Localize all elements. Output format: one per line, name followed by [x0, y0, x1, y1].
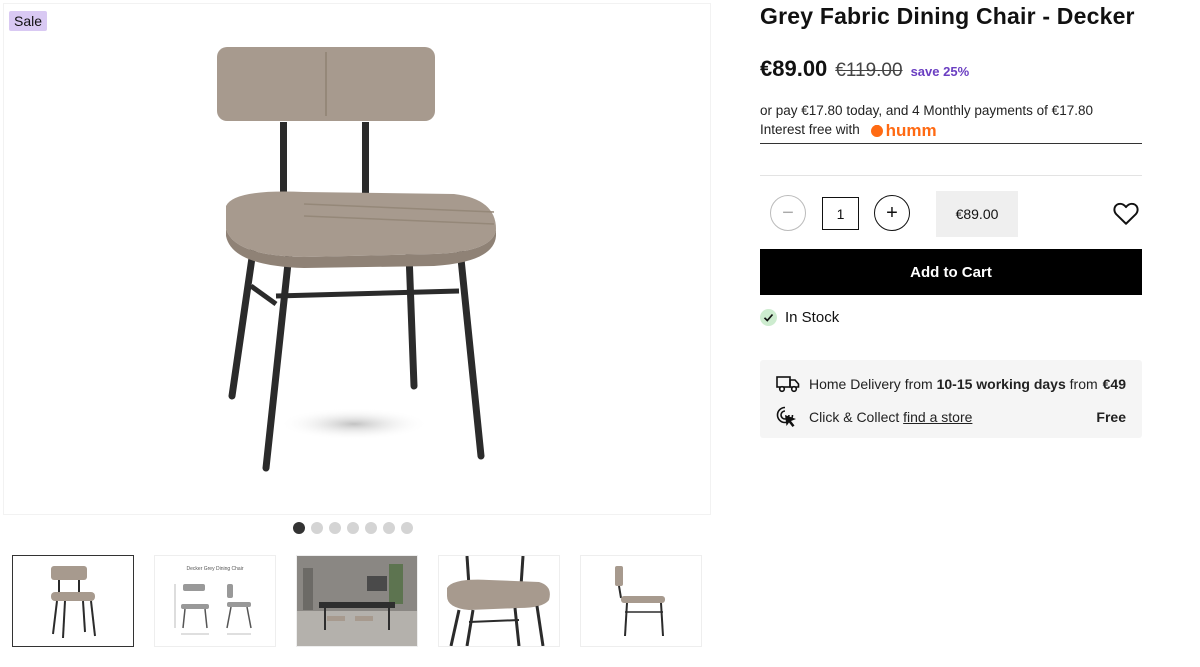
carousel-dot[interactable]: [383, 522, 395, 534]
thumbnail-closeup[interactable]: [438, 555, 560, 647]
stock-status: In Stock: [760, 309, 839, 326]
add-to-cart-button[interactable]: Add to Cart: [760, 249, 1142, 295]
divider: [760, 175, 1142, 176]
main-product-image[interactable]: [3, 3, 711, 515]
home-delivery-row: Home Delivery from 10-15 working days fr…: [776, 373, 1126, 395]
thumbnail-front[interactable]: [12, 555, 134, 647]
wishlist-button[interactable]: [1113, 202, 1139, 226]
click-collect-label: Click & Collect: [809, 409, 900, 425]
cursor-click-icon: [776, 406, 800, 428]
carousel-dot[interactable]: [293, 522, 305, 534]
carousel-dots: [293, 522, 413, 534]
delivery-options: Home Delivery from 10-15 working days fr…: [760, 360, 1142, 438]
humm-logo-text: humm: [885, 120, 937, 140]
home-delivery-price: €49: [1102, 376, 1126, 392]
carousel-dot[interactable]: [347, 522, 359, 534]
home-delivery-suffix: from: [1069, 376, 1098, 392]
quantity-decrease-button[interactable]: −: [770, 195, 806, 231]
chair-illustration: [217, 47, 496, 472]
carousel-dot[interactable]: [365, 522, 377, 534]
carousel-dot[interactable]: [401, 522, 413, 534]
original-price: €119.00: [835, 60, 903, 81]
thumbnail-caption: Decker Grey Dining Chair: [186, 566, 244, 572]
thumbnail-side[interactable]: [580, 555, 702, 647]
click-collect-row: Click & Collect find a store Free: [776, 406, 1126, 428]
click-collect-price: Free: [1096, 409, 1126, 425]
home-delivery-prefix: Home Delivery from: [809, 376, 933, 392]
carousel-dot[interactable]: [329, 522, 341, 534]
find-store-link[interactable]: find a store: [903, 409, 972, 425]
home-delivery-days: 10-15 working days: [936, 376, 1066, 392]
thumbnail-room[interactable]: [296, 555, 418, 647]
current-price: €89.00: [760, 56, 828, 81]
thumbnail-strip: Decker Grey Dining Chair: [12, 555, 702, 647]
thumbnail-dimensions[interactable]: Decker Grey Dining Chair: [154, 555, 276, 647]
savings-label: save 25%: [910, 64, 970, 79]
finance-info[interactable]: or pay €17.80 today, and 4 Monthly payme…: [760, 101, 1093, 140]
price-row: €89.00 €119.00 save 25%: [760, 56, 969, 82]
product-title: Grey Fabric Dining Chair - Decker: [760, 3, 1135, 29]
stock-label: In Stock: [785, 309, 840, 326]
finance-divider: [760, 143, 1142, 144]
quantity-input[interactable]: 1: [822, 197, 859, 230]
humm-logo: humm: [870, 121, 937, 140]
sale-badge: Sale: [9, 11, 48, 31]
finance-interest-text: Interest free with: [760, 122, 860, 137]
plus-icon: +: [886, 201, 898, 224]
line-total: €89.00: [936, 191, 1018, 237]
carousel-dot[interactable]: [311, 522, 323, 534]
minus-icon: −: [782, 201, 794, 224]
truck-icon: [776, 373, 800, 395]
finance-text: or pay €17.80 today, and 4 Monthly payme…: [760, 103, 1093, 118]
humm-logo-icon: [870, 125, 883, 138]
check-icon: [760, 309, 777, 326]
quantity-increase-button[interactable]: +: [874, 195, 910, 231]
heart-icon: [1113, 202, 1139, 225]
